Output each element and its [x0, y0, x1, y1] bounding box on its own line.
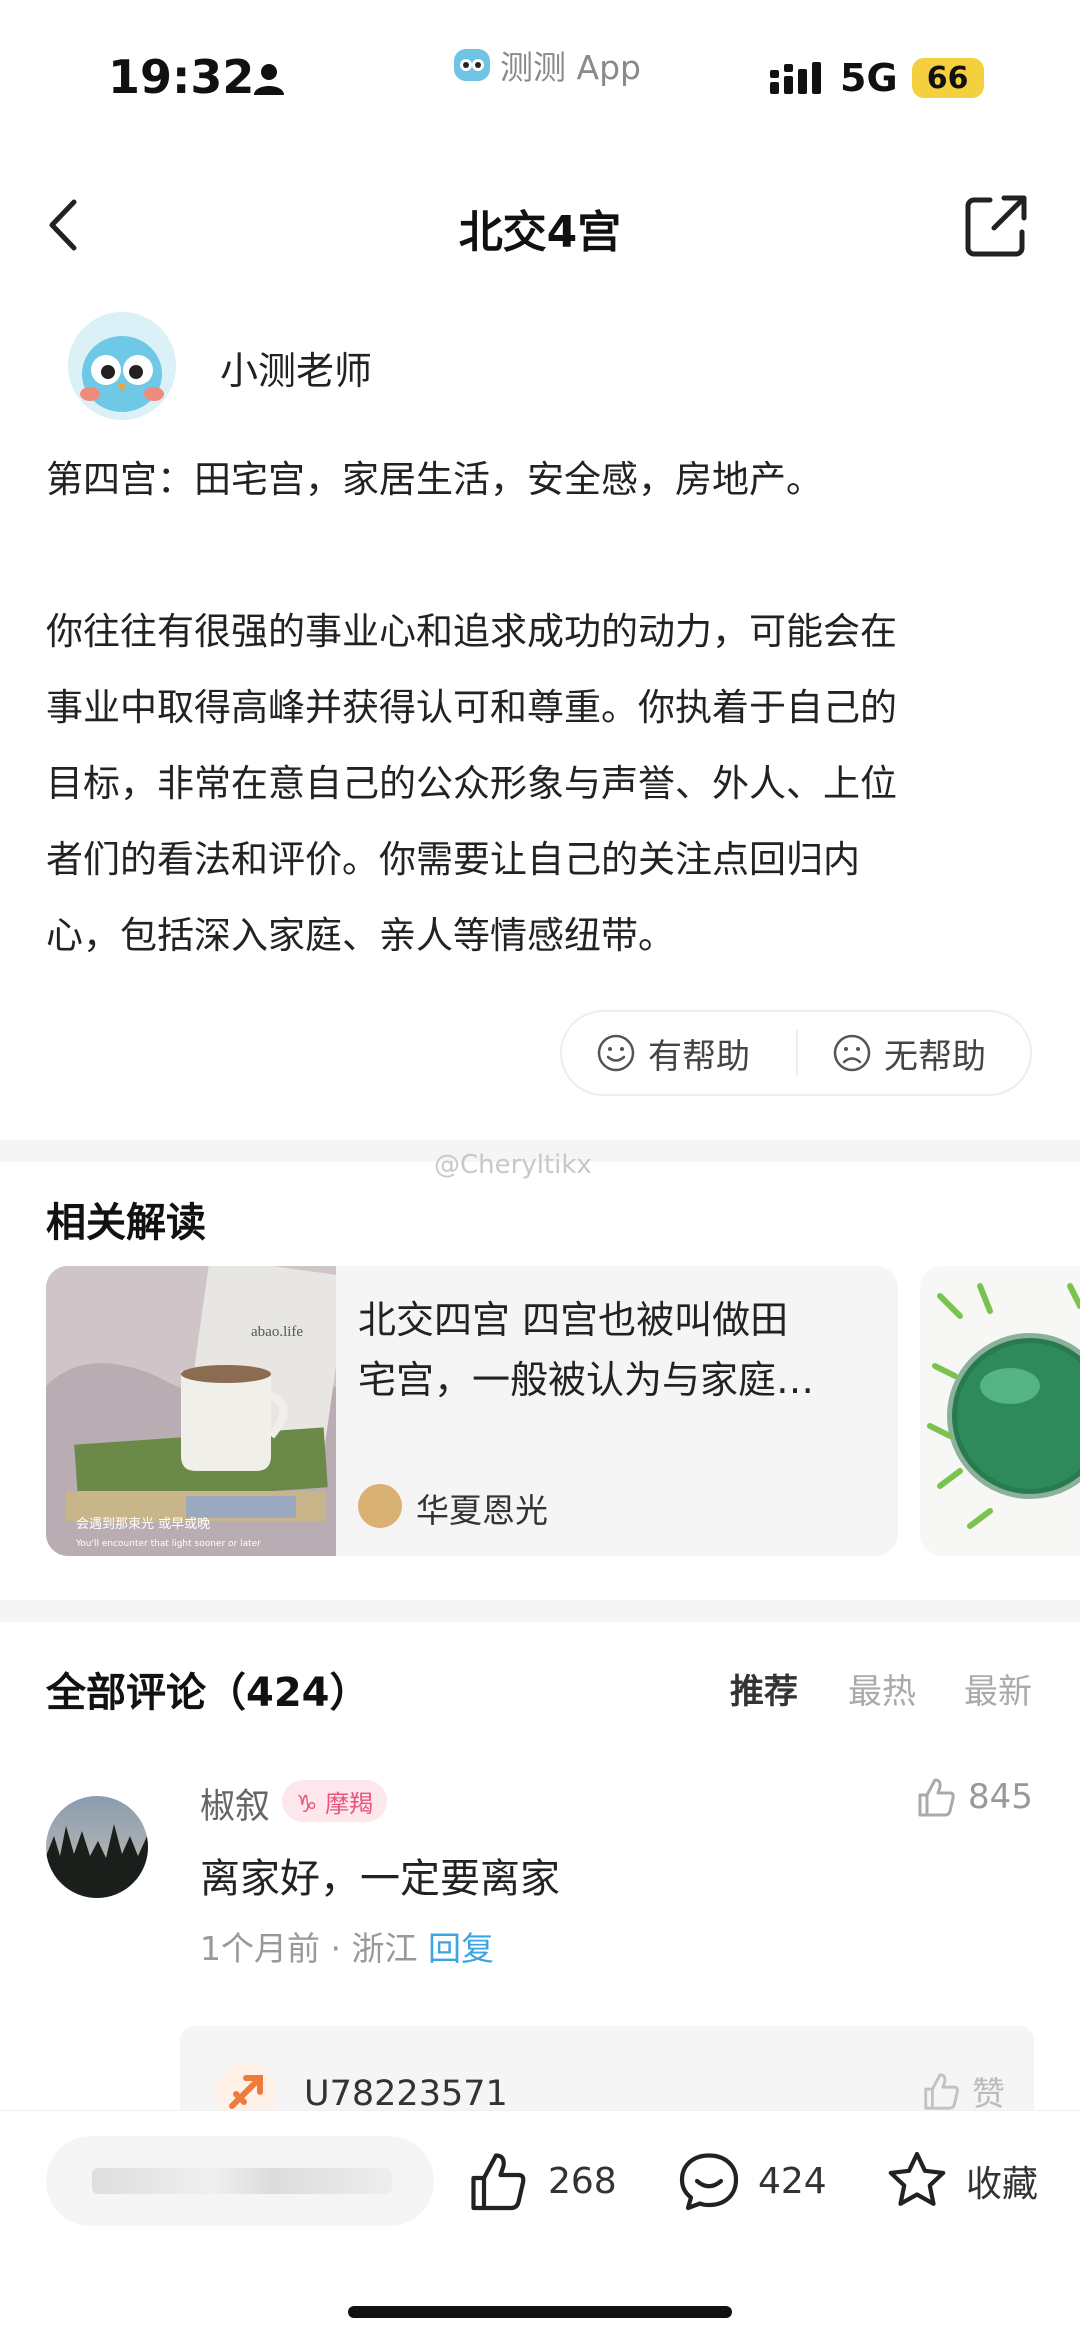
article-line: 事业中取得高峰并获得认可和尊重。你执着于自己的 — [46, 686, 897, 729]
section-divider — [0, 1600, 1080, 1622]
like-button[interactable]: 268 — [466, 2140, 617, 2222]
related-author-name: 华夏恩光 — [416, 1491, 548, 1530]
comment-text: 离家好，一定要离家 — [200, 1856, 560, 1902]
image-brand: abao.life — [251, 1324, 303, 1340]
related-card-image: abao.life 会遇到那束光 或早或晚 You'll encounter t… — [46, 1266, 336, 1556]
comments-title: 全部评论（424） — [46, 1670, 370, 1716]
status-right: 5G 66 — [770, 50, 984, 106]
related-title: 相关解读 — [46, 1200, 206, 1246]
comment-button[interactable]: 424 — [676, 2140, 827, 2222]
share-icon[interactable] — [960, 190, 1032, 262]
like-count: 268 — [548, 2160, 617, 2202]
favorite-button[interactable]: 收藏 — [884, 2140, 1038, 2222]
status-time: 19:32 — [108, 50, 255, 104]
author-name[interactable]: 小测老师 — [220, 340, 372, 395]
helpful-button[interactable]: 有帮助 — [596, 1010, 750, 1096]
zodiac-badge: ♑ 摩羯 — [282, 1780, 388, 1822]
image-caption-en: You'll encounter that light sooner or la… — [75, 1539, 261, 1549]
related-author-avatar — [358, 1484, 402, 1528]
signal-icon — [770, 62, 821, 94]
helpful-label: 有帮助 — [648, 1036, 750, 1077]
sort-newest[interactable]: 最新 — [964, 1664, 1032, 1713]
unhelpful-button[interactable]: 无帮助 — [832, 1010, 986, 1096]
reply-like-label: 赞 — [972, 2074, 1005, 2113]
favorite-label: 收藏 — [966, 2164, 1039, 2205]
thumbs-up-icon — [471, 2153, 526, 2211]
comment-bubble-icon — [679, 2153, 739, 2211]
app-owl-icon — [454, 49, 490, 81]
comment-input-placeholder-blurred — [92, 2168, 392, 2194]
reply-like-button[interactable]: 赞 — [920, 2066, 1005, 2116]
related-card-text[interactable]: 北交四宫 四宫也被叫做田 宅宫，一般被认为与家庭… — [358, 1290, 868, 1410]
related-card-line: 宅宫，一般被认为与家庭… — [358, 1358, 815, 1402]
commenter-name[interactable]: 椒叙 — [200, 1778, 270, 1829]
article-line: 你往往有很强的事业心和追求成功的动力，可能会在 — [46, 610, 897, 653]
thumbs-up-icon — [924, 2073, 959, 2110]
reply-button[interactable]: 回复 — [428, 1929, 494, 1968]
page-title: 北交4宫 — [458, 207, 622, 258]
author-avatar[interactable] — [68, 312, 176, 420]
article-paragraph-2: 你往往有很强的事业心和追求成功的动力，可能会在 事业中取得高峰并获得认可和尊重。… — [46, 594, 1046, 974]
unhelpful-label: 无帮助 — [884, 1036, 986, 1077]
article-line: 心，包括深入家庭、亲人等情感纽带。 — [46, 914, 675, 957]
thumbs-up-icon — [918, 1778, 955, 1817]
comment-like-count: 845 — [968, 1777, 1033, 1817]
battery-indicator: 66 — [911, 58, 984, 98]
comment-count: 424 — [758, 2160, 827, 2202]
related-card-line: 北交四宫 四宫也被叫做田 — [358, 1298, 789, 1342]
comment-meta: 1个月前 · 浙江 回复 — [200, 1922, 494, 1970]
feedback-divider — [796, 1030, 798, 1076]
reply-user-name[interactable]: U78223571 — [304, 2074, 508, 2114]
article-paragraph-1: 第四宫：田宅宫，家居生活，安全感，房地产。 — [46, 458, 823, 501]
comment-time-location: 1个月前 · 浙江 — [200, 1929, 418, 1968]
commenter-avatar[interactable] — [46, 1796, 148, 1898]
home-indicator[interactable] — [348, 2306, 732, 2318]
related-card-2-image[interactable] — [920, 1266, 1080, 1556]
article-line: 者们的看法和评价。你需要让自己的关注点回归内 — [46, 838, 860, 881]
app-name: 测测 App — [500, 48, 641, 87]
watermark: @Cheryltikx — [434, 1150, 592, 1180]
star-icon — [888, 2151, 946, 2206]
image-caption-cn: 会遇到那束光 或早或晚 — [76, 1517, 210, 1532]
sort-recommended[interactable]: 推荐 — [730, 1664, 798, 1713]
person-icon — [254, 64, 284, 95]
owl-avatar-icon — [68, 312, 176, 420]
network-label: 5G — [840, 56, 898, 100]
comment-like-button[interactable]: 845 — [914, 1772, 1033, 1822]
frown-icon — [833, 1034, 871, 1072]
status-app-label: 测测 App — [452, 40, 641, 90]
article-line: 目标，非常在意自己的公众形象与声誉、外人、上位 — [46, 762, 897, 805]
smile-icon — [597, 1034, 635, 1072]
sort-hottest[interactable]: 最热 — [848, 1664, 916, 1713]
